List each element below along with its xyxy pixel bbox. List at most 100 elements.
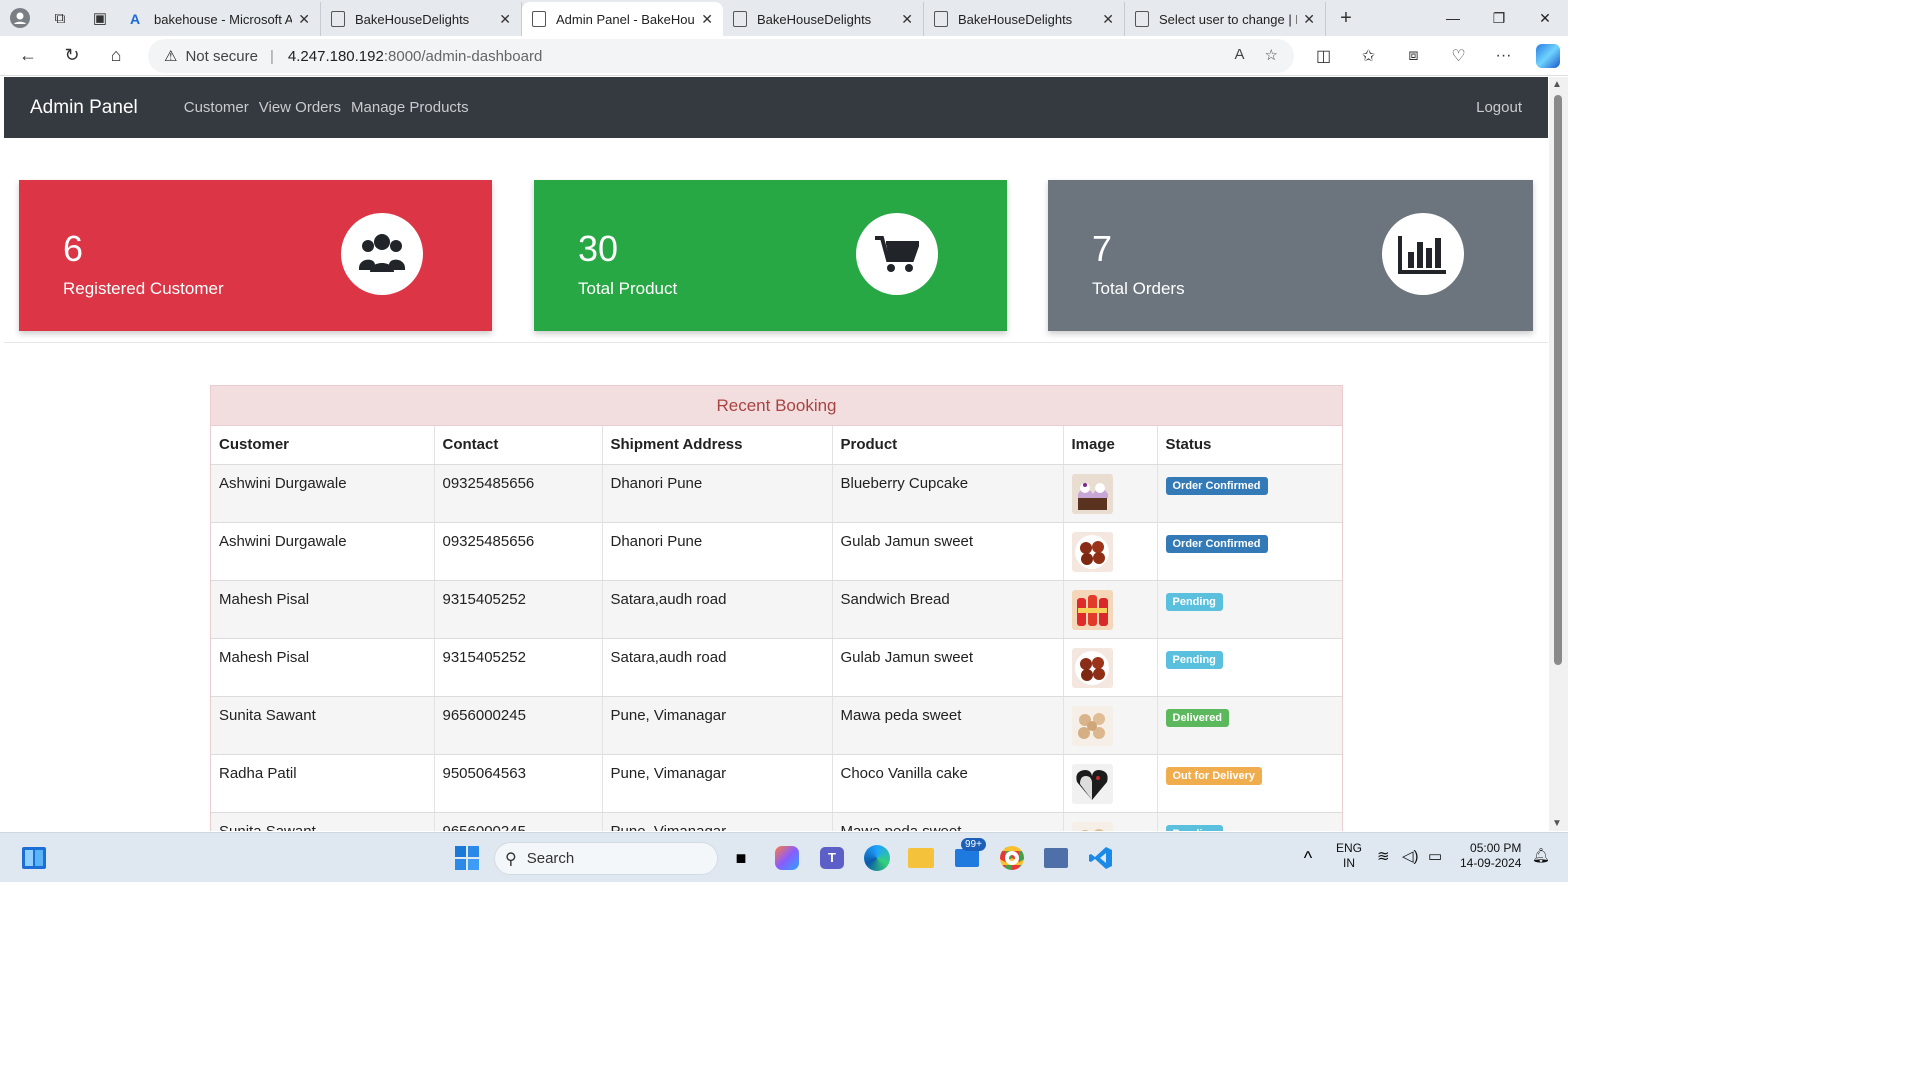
table-header-row: Customer Contact Shipment Address Produc…: [211, 426, 1342, 465]
tab-title: Select user to change | Dj: [1159, 11, 1298, 27]
status-cell: Order Confirmed: [1157, 464, 1342, 523]
contact-cell: 09325485656: [434, 522, 603, 581]
card-value: 6: [63, 228, 84, 269]
product-thumbnail: [1071, 763, 1149, 804]
address-cell: Pune, Vimanagar: [602, 696, 833, 755]
card-value: 7: [1092, 228, 1113, 269]
collections-icon[interactable]: ⧈: [1391, 47, 1436, 65]
back-icon[interactable]: ←: [6, 36, 50, 76]
users-icon: [341, 213, 423, 295]
browser-tab[interactable]: BakeHouseDelights ✕: [924, 2, 1125, 36]
product-cell: Mawa peda sweet: [832, 696, 1064, 755]
close-tab-icon[interactable]: ✕: [1102, 11, 1114, 28]
browser-tab[interactable]: BakeHouseDelights ✕: [723, 2, 924, 36]
file-explorer-icon[interactable]: [905, 842, 937, 874]
split-screen-icon[interactable]: ◫: [1301, 46, 1346, 66]
scroll-up-icon[interactable]: ▲: [1552, 79, 1562, 90]
col-product: Product: [832, 426, 1064, 465]
page-icon: [733, 11, 747, 27]
scroll-down-icon[interactable]: ▼: [1552, 818, 1562, 829]
close-tab-icon[interactable]: ✕: [298, 11, 310, 28]
status-badge: Pending: [1165, 824, 1223, 831]
azure-icon: A: [130, 11, 141, 27]
show-hidden-icons-icon[interactable]: ^: [1292, 842, 1324, 874]
mail-badge: 99+: [961, 838, 986, 851]
close-tab-icon[interactable]: ✕: [1303, 11, 1315, 28]
status-cell: Out for Delivery: [1157, 754, 1342, 813]
close-window-icon[interactable]: ✕: [1522, 0, 1568, 36]
favorite-star-icon[interactable]: ☆: [1265, 46, 1278, 64]
nav-link-manage-products[interactable]: Manage Products: [351, 99, 469, 116]
warning-icon[interactable]: ⚠: [164, 47, 177, 65]
address-cell: Dhanori Pune: [602, 464, 833, 523]
address-cell: Satara,audh road: [602, 580, 833, 639]
minimize-icon[interactable]: —: [1430, 0, 1476, 36]
browser-essentials-icon[interactable]: ♡: [1436, 46, 1481, 66]
col-address: Shipment Address: [602, 426, 833, 465]
card-label: Registered Customer: [63, 279, 224, 298]
customer-cell: Mahesh Pisal: [211, 580, 435, 639]
table-row: Ashwini Durgawale 09325485656 Dhanori Pune…: [211, 522, 1342, 581]
product-thumbnail: [1071, 705, 1149, 746]
customer-cell: Sunita Sawant: [211, 696, 435, 755]
wifi-icon[interactable]: ≋: [1377, 847, 1390, 865]
product-cell: Choco Vanilla cake: [832, 754, 1064, 813]
vscode-icon[interactable]: [1085, 842, 1117, 874]
read-aloud-icon[interactable]: A: [1235, 46, 1245, 64]
search-placeholder: Search: [526, 850, 575, 867]
new-tab-icon[interactable]: +: [1326, 0, 1366, 36]
teams-icon[interactable]: T: [816, 842, 848, 874]
table-row: Sunita Sawant 9656000245 Pune, Vimanagar Ma…: [211, 812, 1342, 831]
remote-desktop-icon[interactable]: [1040, 842, 1072, 874]
tab-actions-icon[interactable]: ▣: [80, 0, 120, 36]
restore-icon[interactable]: ❐: [1476, 0, 1522, 36]
url-path: :8000/admin-dashboard: [383, 47, 543, 65]
clock[interactable]: 05:00 PM 14-09-2024: [1460, 841, 1521, 871]
page-scrollbar[interactable]: ▲ ▼: [1549, 77, 1568, 831]
brand-title[interactable]: Admin Panel: [30, 97, 138, 119]
workspaces-icon[interactable]: ⧉: [40, 0, 80, 36]
browser-tab[interactable]: Select user to change | Dj ✕: [1125, 2, 1326, 36]
notification-bell-icon[interactable]: 🔔︎: [1532, 847, 1550, 864]
security-label[interactable]: Not secure: [185, 48, 258, 65]
copilot-app-icon[interactable]: [771, 842, 803, 874]
task-view-icon[interactable]: ■: [725, 842, 757, 874]
mail-icon[interactable]: 99+: [951, 838, 986, 874]
more-options-icon[interactable]: ···: [1481, 47, 1526, 65]
edge-icon[interactable]: [861, 842, 893, 874]
widgets-icon[interactable]: [18, 842, 50, 874]
browser-tab[interactable]: BakeHouseDelights ✕: [321, 2, 522, 36]
recent-booking-title: Recent Booking: [211, 386, 1342, 426]
taskbar-search[interactable]: ⚲ Search: [494, 842, 718, 875]
image-cell: [1063, 638, 1158, 697]
browser-tab[interactable]: Abakehouse - Microsoft Az ✕: [120, 2, 321, 36]
status-badge: Pending: [1165, 650, 1223, 669]
status-badge: Out for Delivery: [1165, 766, 1263, 785]
start-icon[interactable]: [451, 842, 483, 874]
nav-link-view-orders[interactable]: View Orders: [259, 99, 341, 116]
logout-link[interactable]: Logout: [1476, 99, 1522, 116]
contact-cell: 9656000245: [434, 696, 603, 755]
scrollbar-thumb[interactable]: [1554, 95, 1562, 665]
address-cell: Dhanori Pune: [602, 522, 833, 581]
language-indicator[interactable]: ENG IN: [1336, 841, 1362, 871]
tab-title: bakehouse - Microsoft Az: [154, 11, 293, 27]
refresh-icon[interactable]: ↻: [50, 36, 94, 76]
browser-tab-bar: ⧉ ▣ Abakehouse - Microsoft Az ✕ BakeHouseD…: [0, 0, 1568, 36]
close-tab-icon[interactable]: ✕: [499, 11, 511, 28]
volume-icon[interactable]: ◁): [1402, 847, 1419, 865]
close-tab-icon[interactable]: ✕: [701, 11, 713, 28]
favorites-icon[interactable]: ✩: [1346, 46, 1391, 66]
chrome-icon[interactable]: [996, 842, 1028, 874]
copilot-icon[interactable]: [1536, 44, 1560, 68]
close-tab-icon[interactable]: ✕: [901, 11, 913, 28]
product-cell: Gulab Jamun sweet: [832, 522, 1064, 581]
url-field[interactable]: ⚠ Not secure | 4.247.180.192:8000/admin-…: [148, 39, 1294, 73]
contact-cell: 9505064563: [434, 754, 603, 813]
battery-icon[interactable]: ▭: [1428, 847, 1442, 865]
nav-link-customer[interactable]: Customer: [184, 99, 249, 116]
home-icon[interactable]: ⌂: [94, 36, 138, 76]
browser-tab[interactable]: Admin Panel - BakeHouse ✕: [522, 2, 723, 36]
contact-cell: 9315405252: [434, 638, 603, 697]
profile-icon[interactable]: [0, 0, 40, 36]
